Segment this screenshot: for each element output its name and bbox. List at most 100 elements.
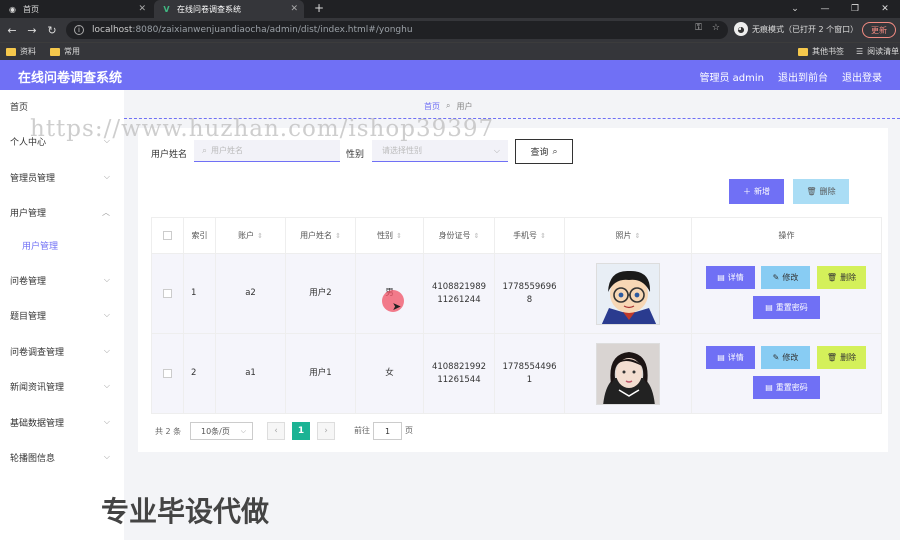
restore-icon[interactable]: ❐ [840, 0, 870, 18]
phone-part: 1 [526, 374, 533, 385]
search-icon: ⌕ [202, 145, 208, 156]
user-photo[interactable] [596, 342, 660, 405]
sidebar-item-label: 轮播图信息 [10, 453, 56, 464]
close-icon[interactable]: ✕ [290, 4, 298, 14]
gender-cell: 女 [356, 334, 424, 414]
goto-page-input[interactable]: 1 [373, 422, 402, 440]
column-header-name[interactable]: 用户姓名 ⇕ [286, 218, 356, 254]
sidebar-item-users[interactable]: 用户管理 ︿ [0, 202, 124, 222]
row-checkbox[interactable] [163, 369, 172, 378]
detail-button[interactable]: ▤ 详情 [706, 266, 755, 289]
new-tab-icon[interactable]: + [314, 1, 324, 15]
column-header-label: 照片 [615, 231, 632, 240]
chevron-down-icon[interactable]: ⌄ [780, 0, 810, 18]
sidebar-item-questionnaires[interactable]: 问卷管理 ⌵ [0, 270, 124, 290]
search-icon: ⌕ [552, 146, 558, 157]
sidebar-subitem-users[interactable]: 用户管理 [0, 235, 124, 255]
edit-button[interactable]: ✎ 修改 [761, 266, 810, 289]
row-checkbox[interactable] [163, 289, 172, 298]
select-all-checkbox[interactable] [163, 231, 172, 240]
trash-icon: 🗑 [826, 353, 838, 362]
photo-cell [565, 334, 692, 414]
browser-tab-bar: ◉ 首页 ✕ V 在线问卷调查系统 ✕ + ⌄ — ❐ ✕ [0, 0, 900, 18]
id-number-cell: 4108821989 11261244 [424, 254, 495, 334]
delete-button[interactable]: 🗑 删除 [817, 346, 866, 369]
sidebar-item-surveys[interactable]: 问卷调查管理 ⌵ [0, 341, 124, 361]
sort-icon[interactable]: ⇕ [257, 232, 263, 240]
logout-link[interactable]: 退出登录 [842, 69, 882, 84]
key-icon[interactable]: ⚿ [695, 23, 702, 33]
update-label: 更新 [871, 25, 887, 35]
column-header-account[interactable]: 账户 ⇕ [216, 218, 286, 254]
back-icon[interactable]: ← [4, 22, 20, 38]
sort-icon[interactable]: ⇕ [635, 232, 641, 240]
phone-part: 8 [526, 294, 533, 305]
sort-icon[interactable]: ⇕ [396, 232, 402, 240]
column-header-photo[interactable]: 照片 ⇕ [565, 218, 692, 254]
bookmark-folder-other[interactable]: 其他书签 [798, 46, 844, 57]
detail-button[interactable]: ▤ 详情 [706, 346, 755, 369]
gender-select[interactable]: 请选择性别 ⌵ [372, 140, 508, 162]
page-number-active[interactable]: 1 [292, 422, 310, 440]
sidebar-item-label: 首页 [10, 102, 29, 113]
name-search-input[interactable]: ⌕ 用户姓名 [194, 140, 340, 162]
sidebar-item-admins[interactable]: 管理员管理 ⌵ [0, 167, 124, 187]
breadcrumb: 首页 ⌕ 用户 [424, 101, 472, 112]
minimize-icon[interactable]: — [810, 0, 840, 18]
chevron-down-icon: ⌵ [240, 426, 246, 435]
page-size-select[interactable]: 10条/页 ⌵ [190, 422, 253, 440]
reset-password-button[interactable]: ▤ 重置密码 [753, 376, 820, 399]
column-header-label: 账户 [238, 231, 255, 240]
add-button[interactable]: ＋ 新增 [729, 179, 784, 204]
chevron-down-icon: ⌵ [103, 381, 110, 390]
breadcrumb-home[interactable]: 首页 [424, 101, 440, 112]
sidebar-item-questions[interactable]: 题目管理 ⌵ [0, 305, 124, 325]
bookmark-label: 其他书签 [812, 47, 844, 56]
sort-icon[interactable]: ⇕ [474, 232, 480, 240]
delete-button[interactable]: 🗑 删除 [817, 266, 866, 289]
prev-page-button[interactable]: ‹ [267, 422, 285, 440]
sidebar-item-news[interactable]: 新闻资讯管理 ⌵ [0, 376, 124, 396]
column-header-label: 用户姓名 [300, 231, 333, 240]
close-window-icon[interactable]: ✕ [870, 0, 900, 18]
batch-delete-button[interactable]: 🗑 删除 [793, 179, 849, 204]
reload-icon[interactable]: ↻ [44, 22, 60, 38]
bookmark-folder[interactable]: 资料 [6, 46, 36, 57]
sort-icon[interactable]: ⇕ [335, 232, 341, 240]
user-photo[interactable] [596, 262, 660, 325]
url-path: :8080/zaixianwenjuandiaocha/admin/dist/i… [132, 25, 413, 35]
close-icon[interactable]: ✕ [138, 4, 146, 14]
reset-password-button[interactable]: ▤ 重置密码 [753, 296, 820, 319]
browser-tab-active[interactable]: V 在线问卷调查系统 ✕ [154, 0, 304, 18]
sidebar-item-home[interactable]: 首页 [0, 96, 124, 116]
column-header-gender[interactable]: 性别 ⇕ [356, 218, 424, 254]
star-icon[interactable]: ☆ [712, 23, 720, 33]
browser-tab-home[interactable]: ◉ 首页 ✕ [0, 0, 152, 18]
name-cell: 用户2 [286, 254, 356, 334]
sort-icon[interactable]: ⇕ [540, 232, 546, 240]
edit-button[interactable]: ✎ 修改 [761, 346, 810, 369]
detail-icon: ▤ [717, 353, 725, 362]
back-to-front-link[interactable]: 退出到前台 [778, 69, 828, 84]
chevron-down-icon: ⌵ [493, 145, 500, 155]
select-all-cell [152, 218, 184, 254]
column-header-phone[interactable]: 手机号 ⇕ [495, 218, 565, 254]
incognito-indicator[interactable]: ◕ 无痕模式（已打开 2 个窗口） [734, 22, 858, 36]
page-size-value: 10条/页 [201, 426, 230, 436]
vue-logo-icon: V [163, 4, 170, 14]
sidebar-item-carousel[interactable]: 轮播图信息 ⌵ [0, 447, 124, 467]
info-icon[interactable]: i [74, 25, 84, 35]
next-page-button[interactable]: › [317, 422, 335, 440]
sidebar-item-basic-data[interactable]: 基础数据管理 ⌵ [0, 412, 124, 432]
update-button[interactable]: 更新 [862, 22, 896, 38]
reading-list[interactable]: ☰ 阅读清单 [856, 46, 899, 57]
id-number-part: 4108821992 [431, 361, 487, 372]
query-button[interactable]: 查询 ⌕ [515, 139, 573, 164]
url-input[interactable]: i localhost:8080/zaixianwenjuandiaocha/a… [66, 21, 728, 39]
edit-label: 修改 [782, 273, 799, 282]
reset-icon: ▤ [765, 383, 773, 392]
breadcrumb-current: 用户 [456, 102, 473, 111]
column-header-id-number[interactable]: 身份证号 ⇕ [424, 218, 495, 254]
forward-icon[interactable]: → [24, 22, 40, 38]
bookmark-folder[interactable]: 常用 [50, 46, 80, 57]
